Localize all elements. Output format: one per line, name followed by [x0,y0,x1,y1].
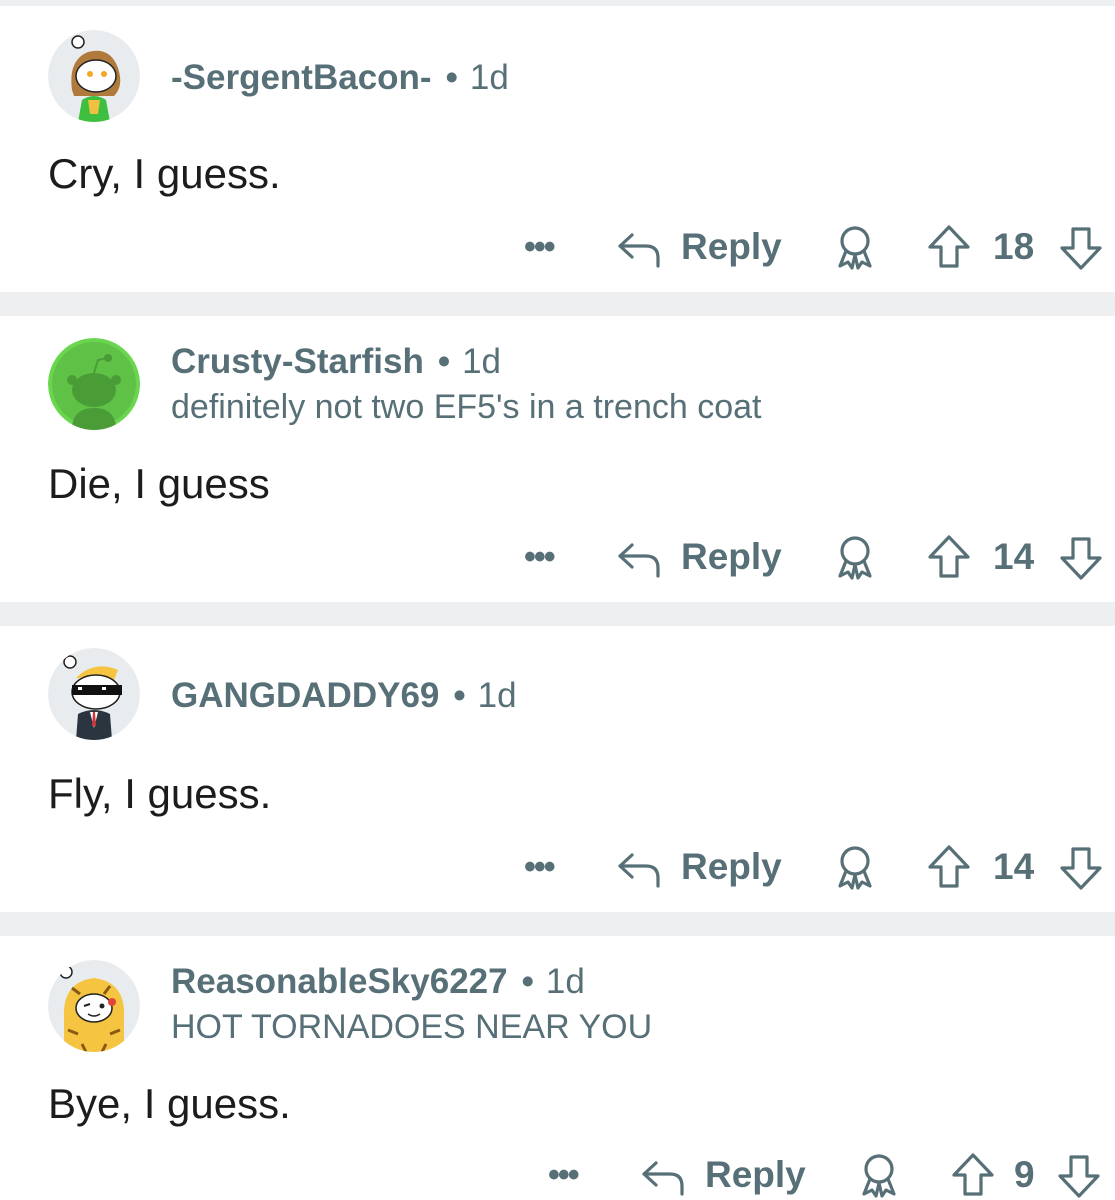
username-link[interactable]: ReasonableSky6227 [171,962,508,1001]
award-icon[interactable] [832,222,878,272]
comment-body: Bye, I guess. [48,1080,291,1127]
comment-age: 1d [545,962,585,1001]
downvote-arrow-icon[interactable] [1058,532,1104,582]
upvote-arrow-icon[interactable] [926,532,972,582]
downvote-arrow-icon[interactable] [1058,842,1104,892]
username-link[interactable]: Crusty-Starfish [171,342,424,381]
comment-age: 1d [462,342,502,381]
username-link[interactable]: -SergentBacon- [171,58,432,97]
downvote-arrow-icon[interactable] [1056,1150,1102,1200]
user-flair: definitely not two EF5's in a trench coa… [171,388,762,426]
comment-meta: Crusty-Starfish • 1d [171,342,501,382]
downvote-arrow-icon[interactable] [1058,222,1104,272]
more-options-button[interactable]: ••• [524,842,556,892]
avatar[interactable] [48,30,140,122]
meta-separator: • [445,58,458,97]
comment-body: Cry, I guess. [48,150,281,197]
award-icon[interactable] [832,532,878,582]
comment-age: 1d [477,676,517,715]
username-link[interactable]: GANGDADDY69 [171,676,439,715]
comment-body: Fly, I guess. [48,770,272,817]
comment-actions: ••• Reply 14 [0,532,1115,582]
comment-age: 1d [469,58,509,97]
comment-actions: ••• Reply 9 [0,1150,1115,1200]
reply-button[interactable]: Reply [681,532,782,582]
vote-score: 18 [993,226,1035,267]
meta-separator: • [521,962,534,1001]
comment-card: GANGDADDY69 • 1d Fly, I guess. ••• Reply 1… [0,626,1115,912]
user-flair: HOT TORNADOES NEAR YOU [171,1008,653,1046]
upvote-arrow-icon[interactable] [926,842,972,892]
more-options-button[interactable]: ••• [524,222,556,272]
meta-separator: • [453,676,466,715]
award-icon[interactable] [856,1150,902,1200]
reply-arrow-icon[interactable] [616,842,662,892]
reply-arrow-icon[interactable] [640,1150,686,1200]
comment-meta: ReasonableSky6227 • 1d [171,962,585,1002]
comment-feed: -SergentBacon- • 1d Cry, I guess. ••• Repl… [0,0,1115,1200]
reply-button[interactable]: Reply [681,842,782,892]
comment-meta: -SergentBacon- • 1d [171,58,509,98]
upvote-arrow-icon[interactable] [950,1150,996,1200]
avatar-snoo-sunglasses-suit-icon [48,648,140,740]
meta-separator: • [437,342,451,381]
comment-meta: GANGDADDY69 • 1d [171,676,517,716]
comment-actions: ••• Reply 14 [0,842,1115,892]
comment-card: ReasonableSky6227 • 1d HOT TORNADOES NEAR … [0,936,1115,1200]
vote-score: 14 [993,846,1035,887]
vote-score: 9 [1014,1154,1035,1195]
upvote-arrow-icon[interactable] [926,222,972,272]
reply-button[interactable]: Reply [681,222,782,272]
reply-button[interactable]: Reply [705,1150,806,1200]
avatar[interactable] [48,960,140,1052]
more-options-button[interactable]: ••• [548,1150,580,1200]
reply-arrow-icon[interactable] [616,222,662,272]
avatar-brown-hair-green-shirt-icon [48,30,140,122]
avatar[interactable] [48,338,140,430]
comment-body: Die, I guess [48,460,270,507]
reply-arrow-icon[interactable] [616,532,662,582]
avatar-tiger-costume-icon [48,960,140,1052]
vote-score: 14 [993,536,1035,577]
avatar-default-snoo-green-icon [48,338,140,430]
award-icon[interactable] [832,842,878,892]
comment-actions: ••• Reply 18 [0,222,1115,272]
more-options-button[interactable]: ••• [524,532,556,582]
comment-card: -SergentBacon- • 1d Cry, I guess. ••• Repl… [0,6,1115,292]
avatar[interactable] [48,648,140,740]
comment-card: Crusty-Starfish • 1d definitely not two EF… [0,316,1115,602]
